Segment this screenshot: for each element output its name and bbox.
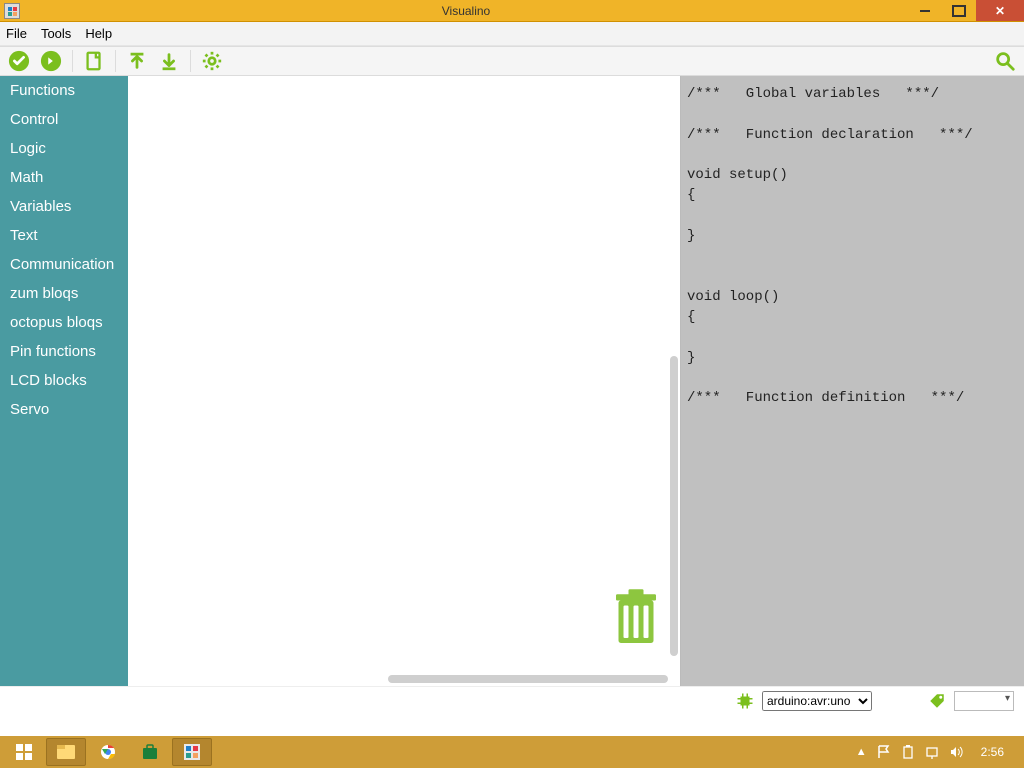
os-taskbar: ▲ 2:56 bbox=[0, 736, 1024, 768]
taskbar-store-icon[interactable] bbox=[130, 738, 170, 766]
verify-icon[interactable] bbox=[8, 50, 30, 72]
system-tray: ▲ 2:56 bbox=[856, 745, 1020, 759]
menubar: File Tools Help bbox=[0, 22, 1024, 46]
board-select[interactable]: arduino:avr:uno bbox=[762, 691, 872, 711]
block-canvas[interactable] bbox=[128, 76, 680, 672]
sidebar-item-control[interactable]: Control bbox=[0, 105, 128, 134]
download-icon[interactable] bbox=[158, 50, 180, 72]
window-titlebar: Visualino bbox=[0, 0, 1024, 22]
canvas-horizontal-scrollbar[interactable] bbox=[128, 672, 680, 686]
toolbar-separator bbox=[72, 50, 73, 72]
main-area: Functions Control Logic Math Variables T… bbox=[0, 76, 1024, 686]
sidebar-item-octopus-bloqs[interactable]: octopus bloqs bbox=[0, 308, 128, 337]
tray-battery-icon[interactable] bbox=[901, 745, 915, 759]
gear-icon[interactable] bbox=[201, 50, 223, 72]
menu-help[interactable]: Help bbox=[85, 26, 112, 41]
sidebar-item-pin-functions[interactable]: Pin functions bbox=[0, 337, 128, 366]
taskbar-explorer-icon[interactable] bbox=[46, 738, 86, 766]
app-icon bbox=[4, 3, 20, 19]
maximize-button[interactable] bbox=[942, 0, 976, 21]
category-sidebar: Functions Control Logic Math Variables T… bbox=[0, 76, 128, 686]
taskbar-clock[interactable]: 2:56 bbox=[973, 745, 1012, 759]
canvas-vertical-scrollbar[interactable] bbox=[668, 356, 680, 656]
toolbar bbox=[0, 46, 1024, 76]
trash-icon[interactable] bbox=[610, 588, 662, 648]
tray-chevron-up-icon[interactable]: ▲ bbox=[856, 746, 867, 758]
taskbar-visualino-icon[interactable] bbox=[172, 738, 212, 766]
block-canvas-container bbox=[128, 76, 680, 686]
sidebar-item-math[interactable]: Math bbox=[0, 163, 128, 192]
upload-arrow-icon[interactable] bbox=[40, 50, 62, 72]
menu-file[interactable]: File bbox=[6, 26, 27, 41]
window-controls bbox=[908, 0, 1024, 21]
tray-volume-icon[interactable] bbox=[949, 745, 963, 759]
tag-icon bbox=[928, 692, 946, 710]
toolbar-separator bbox=[190, 50, 191, 72]
status-bar: arduino:avr:uno bbox=[0, 686, 1024, 714]
search-icon[interactable] bbox=[994, 50, 1016, 72]
sidebar-item-text[interactable]: Text bbox=[0, 221, 128, 250]
minimize-button[interactable] bbox=[908, 0, 942, 21]
toolbar-separator bbox=[115, 50, 116, 72]
sidebar-item-zum-bloqs[interactable]: zum bloqs bbox=[0, 279, 128, 308]
sidebar-item-logic[interactable]: Logic bbox=[0, 134, 128, 163]
tray-network-icon[interactable] bbox=[925, 745, 939, 759]
sidebar-item-servo[interactable]: Servo bbox=[0, 395, 128, 424]
sidebar-item-functions[interactable]: Functions bbox=[0, 76, 128, 105]
new-file-icon[interactable] bbox=[83, 50, 105, 72]
close-button[interactable] bbox=[976, 0, 1024, 21]
sidebar-item-lcd-blocks[interactable]: LCD blocks bbox=[0, 366, 128, 395]
tray-flag-icon[interactable] bbox=[877, 745, 891, 759]
upload-icon[interactable] bbox=[126, 50, 148, 72]
board-chip-icon bbox=[736, 692, 754, 710]
sidebar-item-communication[interactable]: Communication bbox=[0, 250, 128, 279]
port-select[interactable] bbox=[954, 691, 1014, 711]
window-title: Visualino bbox=[24, 4, 908, 18]
code-preview: /*** Global variables ***/ /*** Function… bbox=[680, 76, 1024, 686]
sidebar-item-variables[interactable]: Variables bbox=[0, 192, 128, 221]
window-footer-gap bbox=[0, 714, 1024, 736]
menu-tools[interactable]: Tools bbox=[41, 26, 71, 41]
start-button[interactable] bbox=[4, 738, 44, 766]
taskbar-chrome-icon[interactable] bbox=[88, 738, 128, 766]
